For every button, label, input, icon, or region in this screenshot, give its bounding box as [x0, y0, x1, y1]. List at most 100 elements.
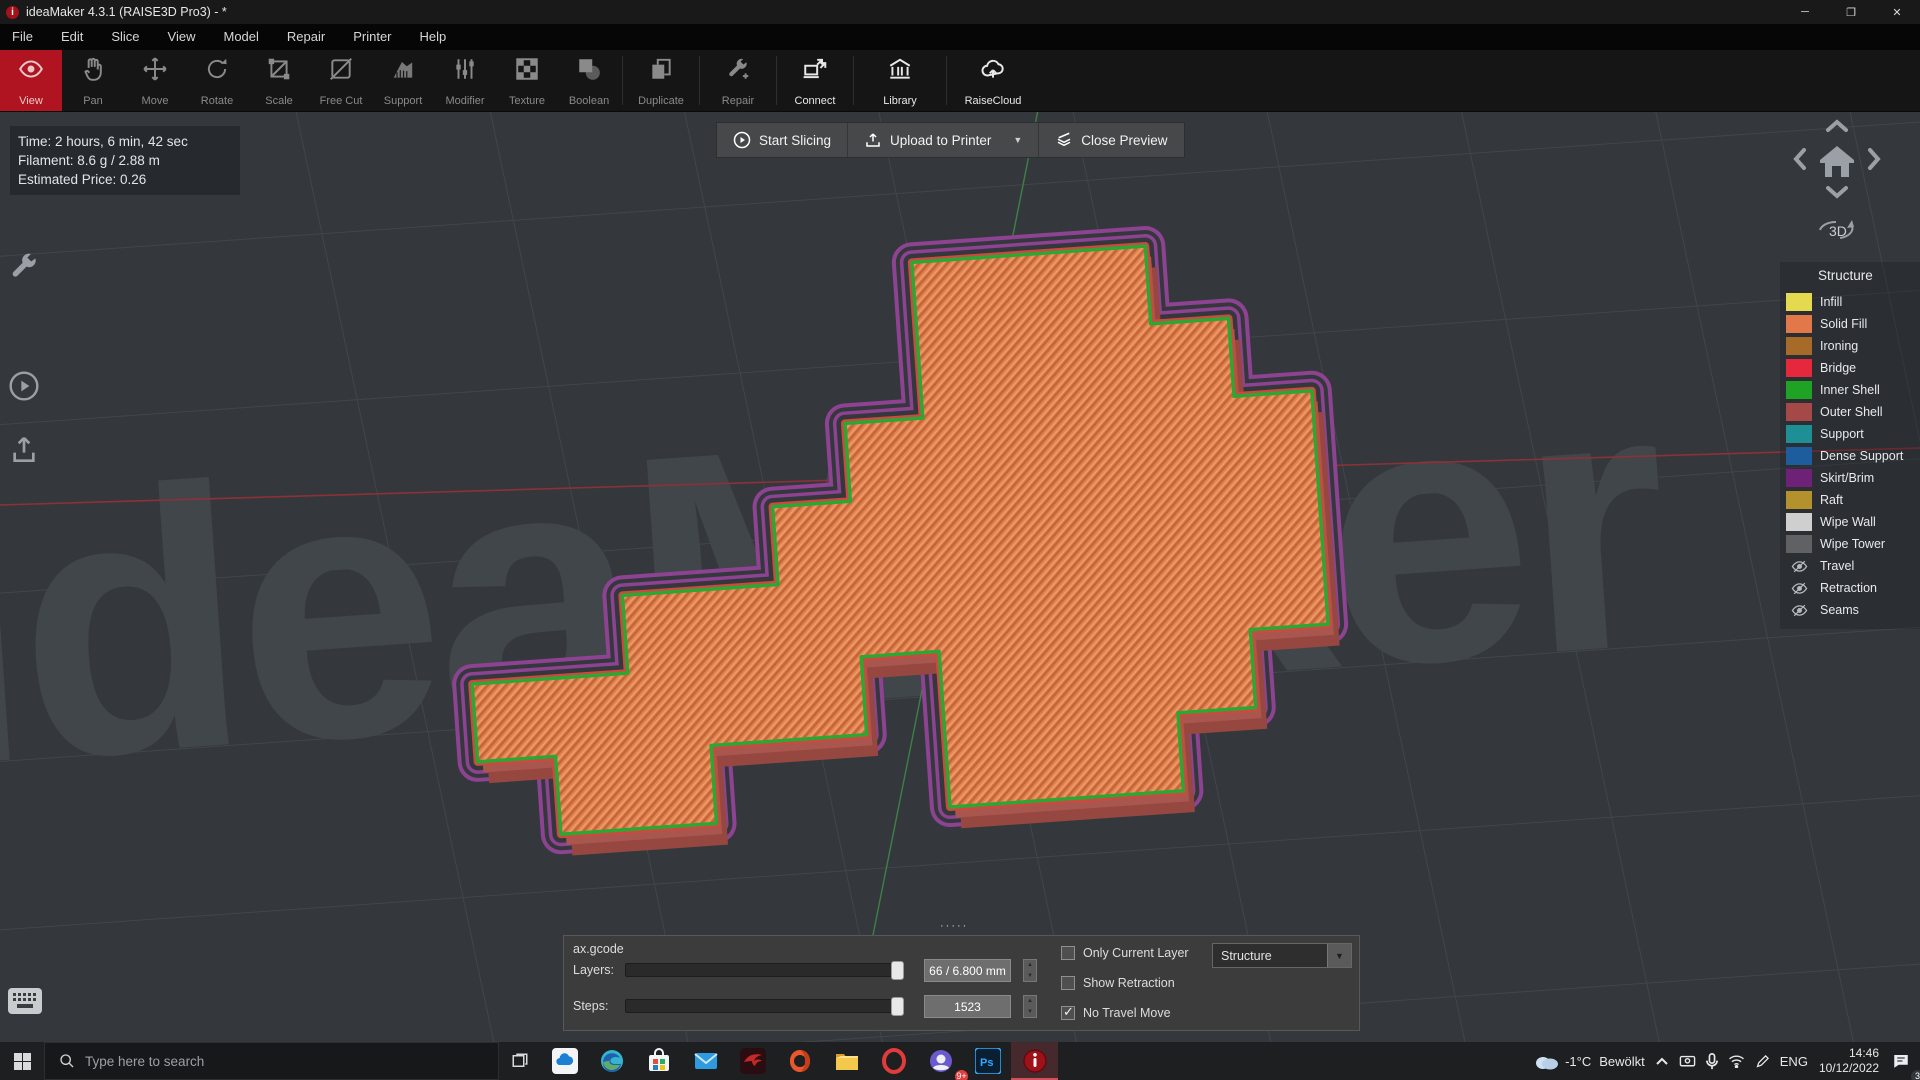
legend-item-outer-shell[interactable]: Outer Shell: [1786, 401, 1920, 423]
steps-value[interactable]: 1523: [924, 995, 1011, 1018]
legend-item-support[interactable]: Support: [1786, 423, 1920, 445]
menu-model[interactable]: Model: [210, 24, 273, 50]
legend-item-infill[interactable]: Infill: [1786, 291, 1920, 313]
taskbar-app-opera[interactable]: [870, 1042, 917, 1080]
menu-repair[interactable]: Repair: [273, 24, 339, 50]
toolbar-library-button[interactable]: Library: [856, 50, 944, 111]
meet-now-button[interactable]: [1674, 1042, 1701, 1080]
toolbar-rotate-button[interactable]: Rotate: [186, 50, 248, 111]
legend-item-travel[interactable]: Travel: [1786, 555, 1920, 577]
start-slicing-button[interactable]: Start Slicing: [717, 123, 849, 157]
layers-value[interactable]: 66 / 6.800 mm: [924, 959, 1011, 982]
taskbar-app-file-explorer[interactable]: [823, 1042, 870, 1080]
maximize-button[interactable]: ❐: [1828, 0, 1874, 24]
legend-item-wipe-wall[interactable]: Wipe Wall: [1786, 511, 1920, 533]
eye-slash-icon: [1786, 601, 1812, 619]
layers-slider[interactable]: [625, 961, 904, 980]
legend-item-ironing[interactable]: Ironing: [1786, 335, 1920, 357]
pen-tray-button[interactable]: [1750, 1042, 1775, 1080]
tray-expand-button[interactable]: [1650, 1042, 1674, 1080]
toolbar-separator: [946, 56, 947, 105]
pan-icon: [80, 56, 106, 82]
menu-file[interactable]: File: [0, 24, 47, 50]
microphone-tray-button[interactable]: [1701, 1042, 1723, 1080]
taskbar-app-mail[interactable]: [682, 1042, 729, 1080]
task-view-button[interactable]: [499, 1042, 541, 1080]
play-animation-button[interactable]: [8, 370, 40, 407]
legend-item-retraction[interactable]: Retraction: [1786, 577, 1920, 599]
taskbar-search-input[interactable]: Type here to search: [44, 1042, 499, 1080]
layers-slider-knob[interactable]: [891, 961, 904, 980]
show-retraction-row: Show Retraction: [1061, 976, 1175, 990]
taskbar-app-office[interactable]: [776, 1042, 823, 1080]
toolbar-raisecloud-button[interactable]: RaiseCloud: [949, 50, 1037, 111]
taskbar-app-game-bar[interactable]: 9+: [917, 1042, 968, 1080]
nav-right-chevron[interactable]: [1868, 148, 1881, 170]
dropdown-arrow-icon[interactable]: ▼: [1327, 944, 1351, 967]
toolbar-free-cut-button[interactable]: Free Cut: [310, 50, 372, 111]
minimize-button[interactable]: ─: [1782, 0, 1828, 24]
show-retraction-checkbox[interactable]: [1061, 976, 1075, 990]
stat-filament: Filament: 8.6 g / 2.88 m: [18, 153, 160, 168]
export-button[interactable]: [8, 434, 40, 471]
notification-center-button[interactable]: 3: [1887, 1042, 1920, 1080]
legend-item-skirt-brim[interactable]: Skirt/Brim: [1786, 467, 1920, 489]
view-mode-dropdown[interactable]: Structure ▼: [1212, 943, 1352, 968]
onscreen-keyboard-button[interactable]: [8, 988, 42, 1019]
layers-stepper[interactable]: ▲ ▼: [1023, 959, 1037, 982]
taskbar-app-photoshop[interactable]: Ps: [964, 1042, 1011, 1080]
steps-slider[interactable]: [625, 997, 904, 1016]
rotate-3d-button[interactable]: 3D: [1819, 220, 1854, 239]
menu-edit[interactable]: Edit: [47, 24, 97, 50]
upload-to-printer-button[interactable]: Upload to Printer ▼: [848, 123, 1040, 157]
toolbar-modifier-button[interactable]: Modifier: [434, 50, 496, 111]
nav-down-chevron[interactable]: [1826, 186, 1848, 199]
home-view-button[interactable]: [1820, 146, 1854, 177]
upload-dropdown-caret[interactable]: ▼: [1013, 135, 1022, 145]
steps-slider-knob[interactable]: [891, 997, 904, 1016]
close-preview-button[interactable]: Close Preview: [1039, 123, 1183, 157]
toolbar-duplicate-button[interactable]: Duplicate: [625, 50, 697, 111]
color-swatch: [1786, 381, 1812, 399]
nav-up-chevron[interactable]: [1826, 119, 1848, 132]
taskbar-app-onedrive[interactable]: [541, 1042, 588, 1080]
steps-stepper[interactable]: ▲ ▼: [1023, 995, 1037, 1018]
toolbar-scale-button[interactable]: Scale: [248, 50, 310, 111]
taskbar-app-dragon-center[interactable]: [729, 1042, 776, 1080]
menu-slice[interactable]: Slice: [97, 24, 153, 50]
legend-item-bridge[interactable]: Bridge: [1786, 357, 1920, 379]
legend-item-inner-shell[interactable]: Inner Shell: [1786, 379, 1920, 401]
legend-item-dense-support[interactable]: Dense Support: [1786, 445, 1920, 467]
taskbar-app-ideamaker[interactable]: [1011, 1042, 1058, 1080]
clock-widget[interactable]: 14:46 10/12/2022: [1813, 1046, 1887, 1076]
viewport-3d[interactable]: ideaMaker: [0, 112, 1920, 1042]
no-travel-move-checkbox[interactable]: [1061, 1004, 1075, 1020]
menu-printer[interactable]: Printer: [339, 24, 405, 50]
wifi-tray-button[interactable]: [1723, 1042, 1750, 1080]
menu-help[interactable]: Help: [406, 24, 461, 50]
language-indicator[interactable]: ENG: [1775, 1042, 1813, 1080]
toolbar-repair-button[interactable]: Repair: [702, 50, 774, 111]
settings-wrench-button[interactable]: [8, 250, 40, 287]
taskbar-app-edge[interactable]: [588, 1042, 635, 1080]
toolbar-pan-button[interactable]: Pan: [62, 50, 124, 111]
toolbar-connect-button[interactable]: Connect: [779, 50, 851, 111]
toolbar-move-button[interactable]: Move: [124, 50, 186, 111]
only-current-layer-checkbox[interactable]: [1061, 946, 1075, 960]
toolbar-support-button[interactable]: Support: [372, 50, 434, 111]
weather-widget[interactable]: -1°C Bewölkt: [1528, 1042, 1650, 1080]
toolbar-view-button[interactable]: View: [0, 50, 62, 111]
legend-title: Structure: [1818, 268, 1873, 283]
nav-left-chevron[interactable]: [1793, 148, 1806, 170]
legend-item-wipe-tower[interactable]: Wipe Tower: [1786, 533, 1920, 555]
toolbar-texture-button[interactable]: Texture: [496, 50, 558, 111]
legend-item-raft[interactable]: Raft: [1786, 489, 1920, 511]
close-button[interactable]: ✕: [1874, 0, 1920, 24]
start-button[interactable]: [0, 1042, 44, 1080]
toolbar-boolean-button[interactable]: Boolean: [558, 50, 620, 111]
taskbar-app-store[interactable]: [635, 1042, 682, 1080]
legend-item-seams[interactable]: Seams: [1786, 599, 1920, 621]
legend-item-solid-fill[interactable]: Solid Fill: [1786, 313, 1920, 335]
menu-view[interactable]: View: [154, 24, 210, 50]
panel-drag-handle[interactable]: ·····: [940, 920, 968, 932]
